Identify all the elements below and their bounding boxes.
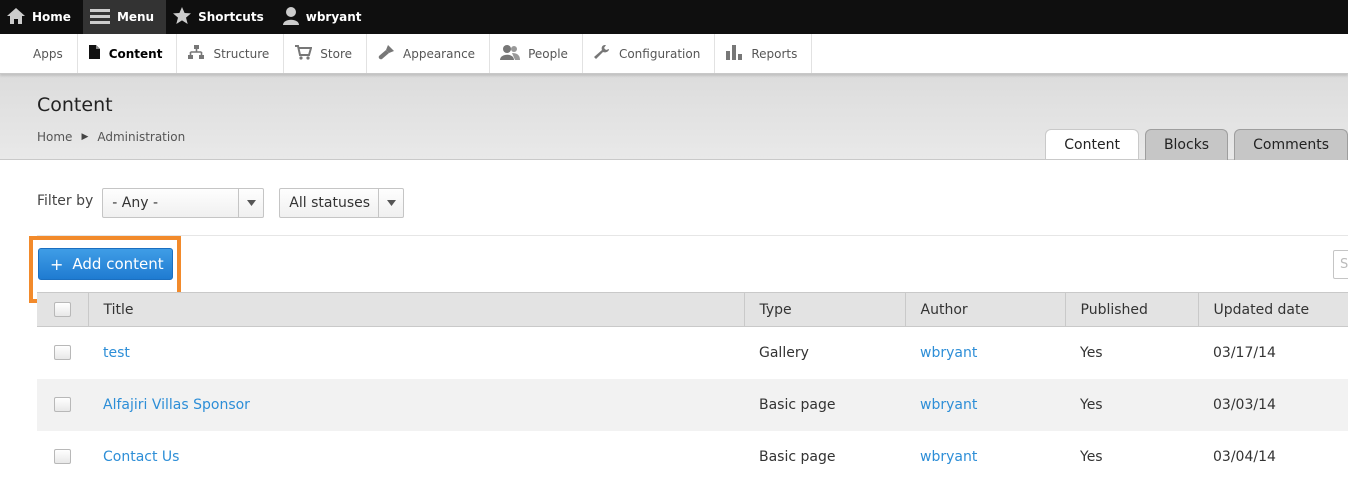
toolbar-shortcuts-label: Shortcuts [198, 10, 264, 24]
admin-tray: Apps Content Structure Store Appearance … [0, 34, 1348, 74]
select-all-checkbox[interactable] [54, 302, 71, 317]
column-published[interactable]: Published [1064, 292, 1198, 327]
wrench-icon [593, 44, 619, 63]
published-cell: Yes [1080, 344, 1103, 361]
tray-item-label: Reports [751, 46, 798, 61]
toolbar-menu-label: Menu [116, 10, 155, 24]
table-header-row: Title Type Author Published Updated date [37, 292, 1348, 327]
title-cell: Alfajiri Villas Sponsor [88, 379, 744, 431]
tray-item-label: Content [108, 46, 163, 61]
menu-icon [89, 7, 117, 28]
toolbar-menu[interactable]: Menu [82, 0, 167, 34]
author-cell: wbryant [905, 327, 1065, 379]
author-link[interactable]: wbryant [920, 449, 977, 465]
divider [37, 235, 1348, 236]
tray-item-appearance[interactable]: Appearance [367, 34, 491, 73]
type-filter-value: - Any - [112, 195, 159, 211]
status-filter-select[interactable]: All statuses [279, 188, 405, 218]
toolbar-home-label: Home [32, 10, 71, 24]
toolbar-user-label: wbryant [305, 10, 362, 24]
column-author[interactable]: Author [904, 292, 1065, 327]
breadcrumb-administration[interactable]: Administration [97, 130, 185, 144]
row-check-cell [37, 379, 88, 431]
paintbrush-icon [377, 44, 403, 63]
star-icon [172, 6, 198, 28]
sitemap-icon [187, 44, 213, 63]
table-row: test Gallery wbryant Yes 03/17/14 [37, 327, 1348, 379]
tray-item-label: Store [320, 46, 352, 61]
tray-item-structure[interactable]: Structure [177, 34, 285, 73]
title-link[interactable]: Alfajiri Villas Sponsor [103, 397, 250, 413]
title-cell: Contact Us [88, 431, 744, 483]
tray-item-configuration[interactable]: Configuration [583, 34, 716, 73]
tab-content[interactable]: Content [1045, 129, 1139, 159]
type-cell: Basic page [759, 396, 836, 413]
tray-item-label: Apps [33, 46, 63, 61]
add-content-label: Add content [72, 255, 164, 273]
updated-cell: 03/03/14 [1213, 396, 1276, 413]
tray-item-people[interactable]: People [490, 34, 583, 73]
table-row: Contact Us Basic page wbryant Yes 03/04/… [37, 431, 1348, 483]
dropdown-arrow-icon [238, 189, 263, 217]
search-input[interactable]: S [1333, 250, 1348, 279]
author-link[interactable]: wbryant [920, 345, 977, 361]
page-title: Content [37, 94, 113, 116]
filter-label: Filter by [37, 193, 94, 209]
published-cell: Yes [1080, 396, 1103, 413]
column-title[interactable]: Title [87, 292, 744, 327]
author-cell: wbryant [905, 431, 1065, 483]
column-type[interactable]: Type [743, 292, 905, 327]
title-cell: test [88, 327, 744, 379]
people-icon [500, 44, 528, 63]
row-checkbox[interactable] [54, 397, 71, 412]
tray-item-content[interactable]: Content [77, 34, 178, 73]
user-icon [282, 6, 306, 28]
row-checkbox[interactable] [54, 345, 71, 361]
author-link[interactable]: wbryant [920, 397, 977, 413]
bar-chart-icon [725, 44, 751, 63]
tab-comments[interactable]: Comments [1234, 129, 1348, 160]
breadcrumb: Home ▶ Administration [37, 130, 185, 144]
title-link[interactable]: test [103, 345, 130, 361]
row-checkbox[interactable] [54, 449, 71, 464]
document-icon [88, 44, 109, 63]
type-filter-select[interactable]: - Any - [102, 188, 265, 218]
toolbar-user[interactable]: wbryant [276, 0, 374, 34]
tray-item-label: Configuration [618, 46, 701, 61]
plus-icon: + [50, 254, 64, 274]
tray-item-label: Structure [213, 46, 270, 61]
page-header: Content Home ▶ Administration Content Bl… [0, 74, 1348, 160]
column-updated[interactable]: Updated date [1197, 292, 1348, 327]
type-cell: Gallery [759, 344, 809, 361]
updated-cell: 03/04/14 [1213, 448, 1276, 465]
published-cell: Yes [1080, 448, 1103, 465]
updated-cell: 03/17/14 [1213, 344, 1276, 361]
primary-tabs: Content Blocks Comments [1039, 129, 1348, 160]
tab-blocks[interactable]: Blocks [1144, 129, 1229, 160]
row-check-cell [37, 431, 88, 483]
filter-row: Filter by - Any - All statuses [37, 188, 405, 218]
tray-item-store[interactable]: Store [284, 34, 367, 73]
tray-item-apps[interactable]: Apps [0, 34, 78, 73]
cart-icon [294, 44, 320, 63]
tray-item-reports[interactable]: Reports [715, 34, 813, 73]
title-link[interactable]: Contact Us [103, 449, 179, 465]
dropdown-arrow-icon [378, 189, 403, 217]
row-check-cell [37, 327, 88, 379]
add-content-button[interactable]: + Add content [38, 248, 173, 280]
tray-item-label: Appearance [403, 46, 476, 61]
content-table: Title Type Author Published Updated date… [37, 292, 1348, 483]
author-cell: wbryant [905, 379, 1065, 431]
home-icon [6, 7, 32, 28]
type-cell: Basic page [759, 448, 836, 465]
admin-toolbar: Home Menu Shortcuts wbryant [0, 0, 1348, 34]
toolbar-home[interactable]: Home [0, 0, 83, 34]
table-row: Alfajiri Villas Sponsor Basic page wbrya… [37, 378, 1348, 431]
status-filter-value: All statuses [289, 195, 371, 211]
tray-item-label: People [528, 46, 568, 61]
select-all-cell [37, 292, 88, 327]
toolbar-shortcuts[interactable]: Shortcuts [166, 0, 276, 34]
breadcrumb-home[interactable]: Home [37, 130, 72, 144]
breadcrumb-separator-icon: ▶ [81, 132, 89, 142]
